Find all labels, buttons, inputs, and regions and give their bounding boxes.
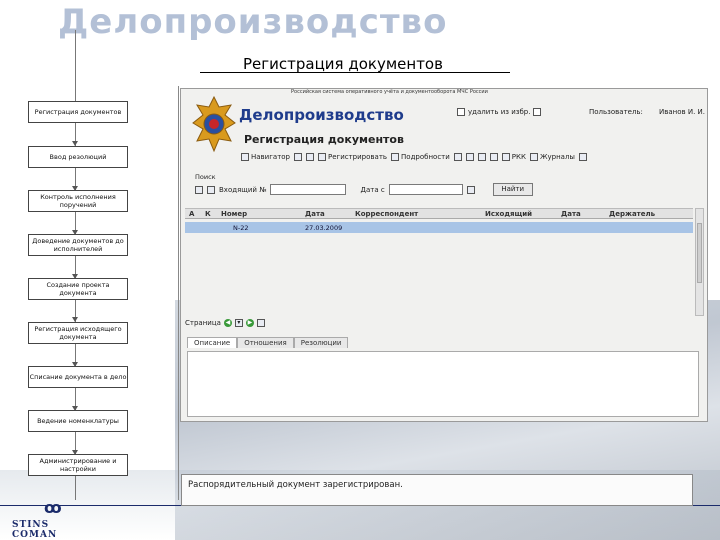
table-row[interactable]: N-22 27.03.2009 (185, 222, 693, 233)
step-outgoing[interactable]: Регистрация исходящего документа (28, 322, 128, 344)
col-outgoing[interactable]: Исходящий (485, 210, 532, 218)
status-message: Распорядительный документ зарегистрирова… (181, 474, 693, 506)
navigator-button[interactable]: Навигатор (241, 153, 290, 161)
scrollbar-thumb[interactable] (697, 223, 702, 283)
details-icon (391, 153, 400, 161)
step-draft[interactable]: Создание проекта документа (28, 278, 128, 300)
register-button[interactable]: Регистрировать (318, 153, 387, 161)
logo-mark: ꝏ (44, 498, 62, 517)
company-logo: ꝏ STINS COMAN (10, 498, 90, 540)
print-icon[interactable] (489, 153, 498, 161)
row-date: 27.03.2009 (305, 224, 343, 232)
grid-scrollbar[interactable] (695, 208, 704, 316)
tab-panel (187, 351, 699, 417)
user-name: Иванов И. И. (659, 108, 706, 116)
col-k[interactable]: К (205, 210, 211, 218)
journals-label: Журналы (539, 153, 575, 161)
col-number[interactable]: Номер (221, 210, 247, 218)
details-button[interactable]: Подробности (391, 153, 450, 161)
app-section-title: Регистрация документов (244, 133, 404, 146)
rkk-label: РКК (511, 153, 526, 161)
page-select[interactable]: ▾ (234, 319, 243, 327)
row-number: N-22 (233, 224, 249, 232)
step-resolutions[interactable]: Ввод резолюций (28, 146, 128, 168)
journals-icon (529, 153, 538, 161)
navigator-icon (241, 153, 249, 161)
toolbar: Навигатор Регистрировать Подробности РКК… (241, 151, 587, 163)
prev-page-icon[interactable]: ◀ (223, 319, 232, 327)
incoming-label: Входящий № (219, 185, 267, 194)
col-holder[interactable]: Держатель (609, 210, 655, 218)
app-header-text: Российская система оперативного учёта и … (291, 89, 488, 95)
favorites-link[interactable]: удалить из избр. (457, 108, 542, 116)
slide-title: Делопроизводство (58, 2, 448, 42)
tab-description[interactable]: Описание (187, 337, 238, 348)
date-from-label: Дата с (360, 185, 385, 194)
step-nomenclature[interactable]: Ведение номенклатуры (28, 410, 128, 432)
tab-relations[interactable]: Отношения (237, 337, 294, 348)
clear-icon[interactable] (195, 185, 203, 194)
grid-header: А К Номер Дата Корреспондент Исходящий Д… (185, 208, 693, 219)
subtitle-underline (200, 72, 510, 73)
new-document-icon[interactable] (306, 153, 314, 161)
find-button[interactable]: Найти (492, 183, 533, 196)
detail-tabs: Описание Отношения Резолюции (187, 337, 349, 348)
user-label: Пользователь: (589, 108, 643, 116)
copy-icon[interactable] (477, 153, 486, 161)
slide-subtitle: Регистрация документов (243, 55, 443, 73)
tools-icon[interactable] (294, 153, 302, 161)
step-registration[interactable]: Регистрация документов (28, 101, 128, 123)
details-label: Подробности (401, 153, 450, 161)
pager-label: Страница (185, 319, 221, 327)
next-page-icon[interactable]: ▶ (245, 319, 254, 327)
emercom-emblem-icon (192, 95, 236, 153)
col-correspondent[interactable]: Корреспондент (355, 210, 418, 218)
step-control[interactable]: Контроль исполнения поручений (28, 190, 128, 212)
journals-button[interactable]: Журналы (529, 153, 575, 161)
incoming-number-input[interactable] (270, 184, 347, 195)
favorites-label: удалить из избр. (468, 108, 531, 116)
step-admin[interactable]: Администрирование и настройки (28, 454, 128, 476)
favorites-icon (457, 108, 465, 116)
rkk-icon (501, 153, 510, 161)
col-date[interactable]: Дата (305, 210, 325, 218)
logo-text: STINS COMAN (12, 520, 58, 540)
help-icon[interactable] (533, 108, 542, 116)
col-a[interactable]: А (189, 210, 194, 218)
app-title: Делопроизводство (239, 106, 404, 124)
col-outgoing-date[interactable]: Дата (561, 210, 581, 218)
tab-resolutions[interactable]: Резолюции (293, 337, 349, 348)
search-header: Поиск (195, 173, 216, 181)
attach-icon[interactable] (453, 153, 462, 161)
step-delivery[interactable]: Доведение документов до исполнителей (28, 234, 128, 256)
vertical-divider (178, 86, 179, 500)
search-row: Входящий № Дата с Найти (195, 183, 533, 196)
rkk-button[interactable]: РКК (501, 153, 526, 161)
pager: Страница ◀ ▾ ▶ (185, 319, 265, 327)
list-icon[interactable] (207, 185, 215, 194)
navigator-label: Навигатор (251, 153, 290, 161)
close-icon[interactable] (465, 153, 474, 161)
step-archive[interactable]: Списание документа в дело (28, 366, 128, 388)
calendar-icon[interactable] (466, 185, 475, 194)
export-icon[interactable] (578, 153, 587, 161)
page-settings-icon[interactable] (256, 319, 265, 327)
register-icon (318, 153, 326, 161)
date-from-input[interactable] (388, 184, 463, 195)
app-window: Российская система оперативного учёта и … (180, 88, 708, 422)
register-label: Регистрировать (328, 153, 388, 161)
